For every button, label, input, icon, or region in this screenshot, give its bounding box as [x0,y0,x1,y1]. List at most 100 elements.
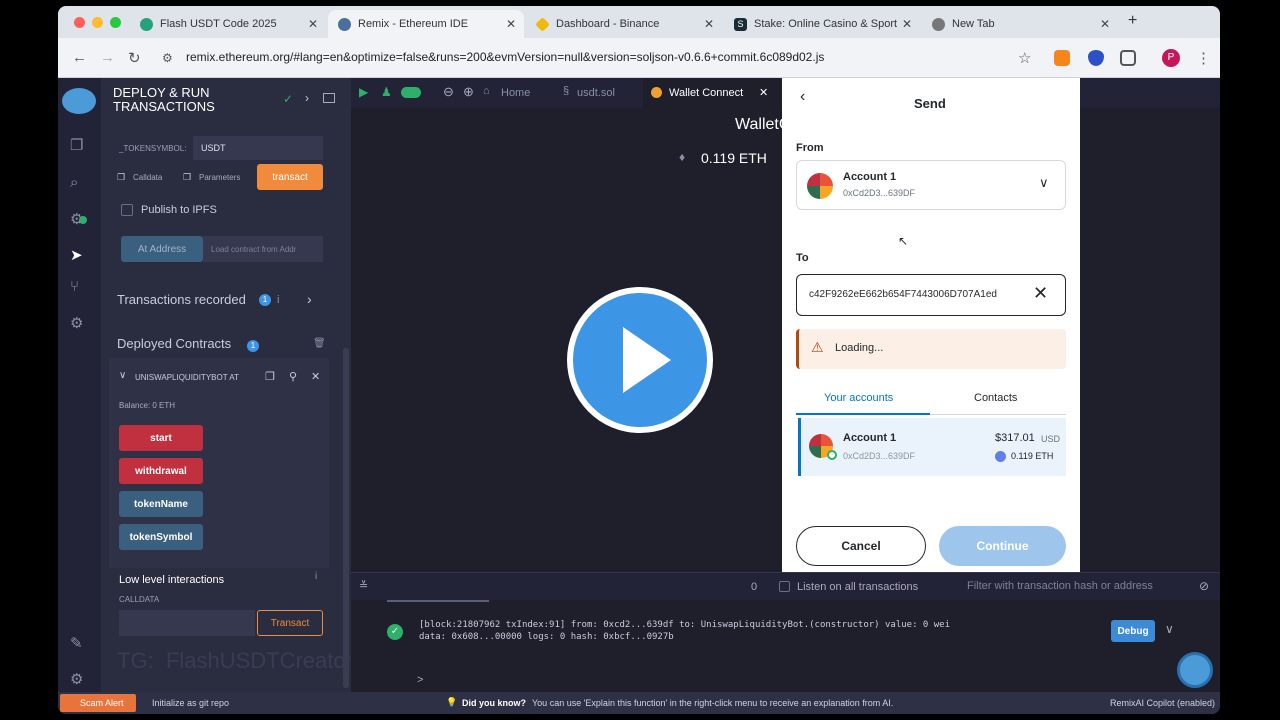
tab-home[interactable]: Home [501,87,530,99]
calldata-input[interactable] [119,610,255,636]
deployed-contracts-label: Deployed Contracts [117,336,232,351]
metamask-extension-icon[interactable] [1054,50,1070,66]
at-address-button[interactable]: At Address [121,236,203,262]
calldata-link[interactable]: Calldata [133,173,162,182]
to-address-value[interactable]: c42F9262eE662b654F7443006D707A1ed [809,289,1029,300]
copy-calldata-icon[interactable]: ❐ [117,172,125,183]
close-window-button[interactable] [74,17,85,28]
deploy-run-icon[interactable]: ➤ [70,246,83,264]
browser-tab-newtab[interactable]: New Tab ✕ [922,10,1118,38]
back-button[interactable]: ← [72,49,87,66]
profile-avatar[interactable]: P [1162,49,1180,67]
git-init-label[interactable]: Initialize as git repo [152,698,229,708]
plugin-manager-icon[interactable]: ✎ [70,634,83,652]
back-arrow-icon[interactable]: ‹ [800,88,805,106]
chevron-right-icon[interactable]: › [305,91,309,105]
video-play-button[interactable] [567,287,713,433]
bookmark-star-icon[interactable]: ☆ [1018,49,1031,67]
zoom-out-icon[interactable]: ⊖ [443,84,454,100]
close-tab-icon[interactable]: ✕ [759,86,768,99]
filter-input[interactable]: Filter with transaction hash or address [967,580,1153,592]
panel-layout-icon[interactable] [323,93,335,103]
ai-toggle[interactable] [401,87,421,98]
git-icon[interactable]: ⑂ [70,278,79,295]
row-usd-unit: USD [1041,434,1061,444]
run-icon[interactable]: ▶ [359,85,368,99]
tokensymbol-function-button[interactable]: tokenSymbol [119,524,203,550]
terminal-prompt[interactable]: > [417,674,423,686]
withdrawal-function-button[interactable]: withdrawal [119,458,203,484]
remixai-assistant-icon[interactable] [1177,652,1213,688]
tab-wallet-connect[interactable]: Wallet Connect ✕ [643,78,781,108]
shield-extension-icon[interactable] [1088,50,1104,66]
from-account-selector[interactable]: Account 1 0xCd2D3...639DF ∨ [796,160,1066,210]
continue-button[interactable]: Continue [939,526,1066,566]
contract-name: UNISWAPLIQUIDITYBOT AT [135,373,239,382]
connected-dot [827,450,837,460]
extensions-puzzle-icon[interactable] [1120,50,1136,66]
eth-balance: 0.119 ETH [701,150,767,166]
trash-icon[interactable]: 🗑 [313,338,326,349]
zoom-in-icon[interactable]: ⊕ [463,84,474,100]
url-field[interactable]: remix.ethereum.org/#lang=en&optimize=fal… [186,50,824,64]
copilot-status[interactable]: RemixAI Copilot (enabled) [1110,698,1215,708]
copy-parameters-icon[interactable]: ❐ [183,172,191,183]
browser-tab-stake[interactable]: S Stake: Online Casino & Sport ✕ [724,10,920,38]
minimize-window-button[interactable] [92,17,103,28]
to-address-input[interactable]: c42F9262eE662b654F7443006D707A1ed ✕ [796,274,1066,316]
row-account-address: 0xCd2D3...639DF [843,451,916,461]
site-info-icon[interactable]: ⚙ [162,51,173,65]
start-function-button[interactable]: start [119,425,203,451]
clear-input-icon[interactable]: ✕ [1033,283,1048,304]
chevron-down-icon[interactable]: ∨ [119,370,126,381]
tokenname-function-button[interactable]: tokenName [119,491,203,517]
tab-contacts[interactable]: Contacts [974,392,1017,404]
browser-tab-binance[interactable]: Dashboard - Binance ✕ [526,10,722,38]
cancel-button[interactable]: Cancel [796,526,926,566]
copy-address-icon[interactable]: ❐ [265,370,275,383]
close-tab-icon[interactable]: ✕ [1100,17,1110,31]
browser-menu-icon[interactable]: ⋮ [1196,49,1211,67]
tab-your-accounts[interactable]: Your accounts [824,392,893,404]
tab-usdt-sol[interactable]: usdt.sol [577,87,615,99]
browser-tab-flash-usdt[interactable]: Flash USDT Code 2025 ✕ [130,10,326,38]
close-tab-icon[interactable]: ✕ [902,17,912,31]
settings-icon[interactable]: ⚙ [70,670,83,688]
debug-button[interactable]: Debug [1111,620,1155,642]
file-explorer-icon[interactable]: ❐ [70,136,83,154]
panel-scrollbar[interactable] [343,348,349,688]
remixai-icon[interactable]: ♟ [381,85,392,99]
chevron-down-icon[interactable]: ∨ [1165,622,1174,636]
close-tab-icon[interactable]: ✕ [704,17,714,31]
low-level-transact-button[interactable]: Transact [257,610,323,636]
transact-button[interactable]: transact [257,164,323,190]
forward-button[interactable]: → [100,49,115,66]
account-row[interactable]: Account 1 0xCd2D3...639DF $317.01 USD 0.… [798,418,1066,476]
transactions-recorded-label[interactable]: Transactions recorded [117,292,246,307]
account-avatar [807,173,833,199]
clear-terminal-icon[interactable]: ⊘ [1199,579,1209,593]
load-contract-input[interactable]: Load contract from Addr [203,236,323,262]
publish-ipfs-checkbox[interactable] [121,204,133,216]
did-you-know-label: Did you know? [462,698,526,708]
remix-logo-icon[interactable] [62,88,96,114]
maximize-window-button[interactable] [110,17,121,28]
close-tab-icon[interactable]: ✕ [506,17,516,31]
close-icon[interactable]: ✕ [311,370,320,383]
check-icon: ✓ [283,92,294,106]
listen-checkbox[interactable] [779,581,790,592]
browser-tab-remix[interactable]: Remix - Ethereum IDE ✕ [328,10,524,38]
collapse-terminal-icon[interactable]: ≚ [359,579,368,592]
compiler-icon[interactable]: ⚙ [70,210,88,228]
tab-underline [796,413,930,415]
tab-title: Remix - Ethereum IDE [358,18,469,30]
plugin-settings-icon[interactable]: ⚙ [70,314,83,332]
token-symbol-input[interactable]: USDT [193,136,323,160]
search-icon[interactable]: ⌕ [70,174,78,191]
close-tab-icon[interactable]: ✕ [308,17,318,31]
new-tab-button[interactable]: + [1128,12,1137,30]
reload-button[interactable]: ↻ [128,49,141,67]
chevron-right-icon[interactable]: › [307,291,312,307]
pin-icon[interactable]: ⚲ [289,370,297,383]
parameters-link[interactable]: Parameters [199,173,240,182]
